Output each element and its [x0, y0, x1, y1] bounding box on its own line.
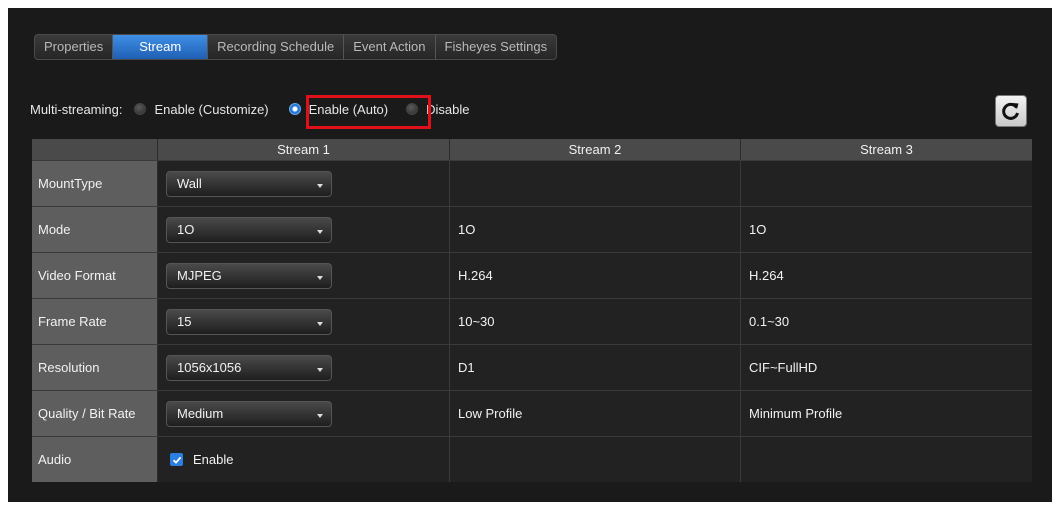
stream3-cell: CIF~FullHD: [741, 345, 1032, 390]
tab-event-action[interactable]: Event Action: [344, 35, 436, 59]
row-label: Frame Rate: [32, 299, 158, 344]
stream1-cell: Medium: [158, 391, 450, 436]
mode-select[interactable]: 1O: [166, 216, 332, 243]
tab-properties[interactable]: Properties: [35, 35, 114, 59]
stream2-cell: [450, 437, 741, 482]
refresh-icon: [1002, 102, 1019, 120]
stream2-cell: H.264: [450, 253, 741, 298]
stream1-cell: Enable: [158, 437, 450, 482]
tab-stream[interactable]: Stream: [113, 35, 209, 59]
radio-button-selected[interactable]: [288, 103, 301, 115]
table-row-resolution: Resolution 1056x1056 D1 CIF~FullHD: [32, 344, 1032, 390]
checkmark-icon: [172, 456, 181, 464]
stream3-cell: 0.1~30: [741, 299, 1032, 344]
stream2-cell: [450, 161, 741, 206]
chevron-down-icon: [317, 321, 323, 326]
select-value: MJPEG: [177, 267, 222, 283]
stream3-cell: [741, 161, 1032, 206]
table-row-frame-rate: Frame Rate 15 10~30 0.1~30: [32, 298, 1032, 344]
table-row-quality: Quality / Bit Rate Medium Low Profile Mi…: [32, 390, 1032, 436]
stream1-cell: 15: [158, 299, 450, 344]
table-row-audio: Audio Enable: [32, 436, 1032, 482]
mounttype-select[interactable]: Wall: [166, 170, 332, 197]
radio-enable-customize[interactable]: Enable (Customize): [134, 101, 269, 117]
stream2-cell: 1O: [450, 207, 741, 252]
row-label: Resolution: [32, 345, 158, 390]
radio-label: Disable: [426, 101, 470, 117]
stream-settings-table: Stream 1 Stream 2 Stream 3 MountType Wal…: [32, 139, 1032, 482]
stream1-cell: MJPEG: [158, 253, 450, 298]
row-label: Audio: [32, 437, 158, 482]
stream2-cell: Low Profile: [450, 391, 741, 436]
multistreaming-label: Multi-streaming:: [30, 101, 123, 117]
table-row-mode: Mode 1O 1O 1O: [32, 206, 1032, 252]
stream1-cell: 1056x1056: [158, 345, 450, 390]
stream2-cell: 10~30: [450, 299, 741, 344]
stream3-cell: 1O: [741, 207, 1032, 252]
row-label: Mode: [32, 207, 158, 252]
video-format-select[interactable]: MJPEG: [166, 262, 332, 289]
stream1-cell: 1O: [158, 207, 450, 252]
stream3-cell: Minimum Profile: [741, 391, 1032, 436]
stream2-cell: D1: [450, 345, 741, 390]
chevron-down-icon: [317, 229, 323, 234]
header-stream-2: Stream 2: [450, 139, 741, 160]
header-stream-1: Stream 1: [158, 139, 450, 160]
header-stream-3: Stream 3: [860, 142, 913, 157]
select-value: Medium: [177, 405, 224, 421]
quality-select[interactable]: Medium: [166, 400, 332, 427]
table-row-video-format: Video Format MJPEG H.264 H.264: [32, 252, 1032, 298]
select-value: 1O: [177, 221, 195, 237]
stream3-cell: H.264: [741, 253, 1032, 298]
row-label: Quality / Bit Rate: [32, 391, 158, 436]
selection-highlight-box: [306, 95, 431, 129]
refresh-button[interactable]: [995, 95, 1027, 127]
tab-recording-schedule[interactable]: Recording Schedule: [208, 35, 345, 59]
header-empty: [32, 139, 158, 160]
radio-label: Enable (Customize): [154, 101, 269, 117]
chevron-down-icon: [317, 413, 323, 418]
select-value: Wall: [177, 175, 202, 191]
row-label: MountType: [32, 161, 158, 206]
chevron-down-icon: [317, 367, 323, 372]
audio-enable-label: Enable: [193, 452, 234, 467]
stream3-cell: [741, 437, 1032, 482]
table-header-row: Stream 1 Stream 2 Stream 3: [32, 139, 1032, 160]
tab-fisheyes-settings[interactable]: Fisheyes Settings: [436, 35, 557, 59]
chevron-down-icon: [317, 183, 323, 188]
audio-enable-checkbox[interactable]: [170, 453, 183, 466]
resolution-select[interactable]: 1056x1056: [166, 354, 332, 381]
select-value: 15: [177, 313, 192, 329]
tab-bar: Properties Stream Recording Schedule Eve…: [34, 34, 558, 60]
chevron-down-icon: [317, 275, 323, 280]
row-label: Video Format: [32, 253, 158, 298]
radio-button[interactable]: [134, 103, 147, 115]
table-row-mounttype: MountType Wall: [32, 160, 1032, 206]
select-value: 1056x1056: [177, 359, 242, 375]
stream1-cell: Wall: [158, 161, 450, 206]
frame-rate-select[interactable]: 15: [166, 308, 332, 335]
